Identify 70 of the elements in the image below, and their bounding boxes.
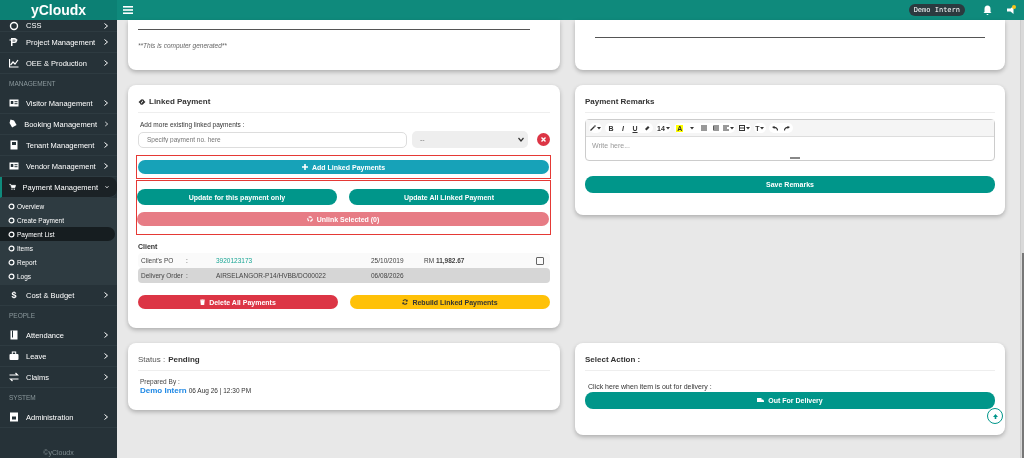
chevron-right-icon <box>103 60 109 66</box>
chevron-right-icon <box>103 292 109 298</box>
caret-icon <box>745 126 750 130</box>
undo-icon <box>771 125 778 131</box>
trash-icon <box>200 299 206 305</box>
truck-icon <box>757 398 765 403</box>
brand-logo[interactable]: yCloudx <box>0 0 117 20</box>
chevron-right-icon <box>103 142 109 148</box>
magic-wand-icon <box>590 125 596 131</box>
circle-icon <box>9 20 19 31</box>
align-icon <box>722 125 729 131</box>
circle-icon <box>8 272 15 280</box>
caret-icon <box>729 126 734 130</box>
align-button[interactable] <box>721 123 735 133</box>
circle-icon <box>8 230 15 238</box>
card-title: Select Action : <box>585 351 995 371</box>
table-button[interactable] <box>737 123 751 133</box>
eraser-icon <box>644 125 650 131</box>
arrow-up-icon <box>992 413 998 419</box>
arrows-icon <box>9 372 19 382</box>
circle-icon <box>8 244 15 252</box>
chevron-right-icon <box>103 39 109 45</box>
chevron-right-icon <box>103 353 109 359</box>
briefcase-icon <box>9 351 19 361</box>
link-icon <box>138 97 146 106</box>
chevron-right-icon <box>103 374 109 380</box>
close-icon <box>541 137 546 142</box>
chevron-right-icon <box>104 121 109 127</box>
menu-icon[interactable] <box>123 6 133 14</box>
caret-icon <box>597 126 601 130</box>
circle-icon <box>8 258 15 266</box>
card-title: Linked Payment <box>149 97 211 106</box>
status-value: Pending <box>168 355 200 364</box>
resize-handle[interactable] <box>790 157 800 159</box>
redo-icon <box>783 125 790 131</box>
notification-icon[interactable] <box>1006 5 1016 15</box>
checkbox[interactable] <box>536 256 544 265</box>
bookmark-icon <box>9 330 19 340</box>
chevron-right-icon <box>103 163 109 169</box>
id-card-icon <box>9 98 19 108</box>
cart-icon <box>9 182 16 192</box>
chevron-down-icon <box>518 137 524 142</box>
dollar-icon: $ <box>9 290 19 300</box>
circle-icon <box>8 202 15 210</box>
unlink-icon <box>306 216 313 222</box>
currency-icon <box>9 37 19 47</box>
user-name-link[interactable]: Demo Intern <box>140 386 187 395</box>
refresh-icon <box>402 299 409 305</box>
document-icon <box>9 412 19 422</box>
id-card-icon <box>9 161 19 171</box>
status-label: Status : <box>138 355 166 364</box>
bell-icon[interactable] <box>983 5 992 15</box>
table-icon <box>738 125 745 131</box>
chevron-right-icon <box>103 100 109 106</box>
style-button[interactable] <box>589 123 602 133</box>
chevron-right-icon <box>103 414 109 420</box>
list-icon <box>700 125 707 131</box>
remove-button[interactable] <box>537 133 550 146</box>
circle-icon <box>8 216 15 224</box>
chevron-right-icon <box>103 22 109 29</box>
line-chart-icon <box>9 58 19 68</box>
tag-icon <box>9 119 18 129</box>
caret-icon <box>760 126 765 130</box>
caret-icon <box>689 126 694 130</box>
card-title: Payment Remarks <box>585 93 995 113</box>
plus-icon <box>301 164 308 170</box>
list-icon <box>712 125 719 131</box>
building-icon <box>9 140 19 150</box>
caret-icon <box>665 126 670 130</box>
chevron-right-icon <box>103 332 109 338</box>
